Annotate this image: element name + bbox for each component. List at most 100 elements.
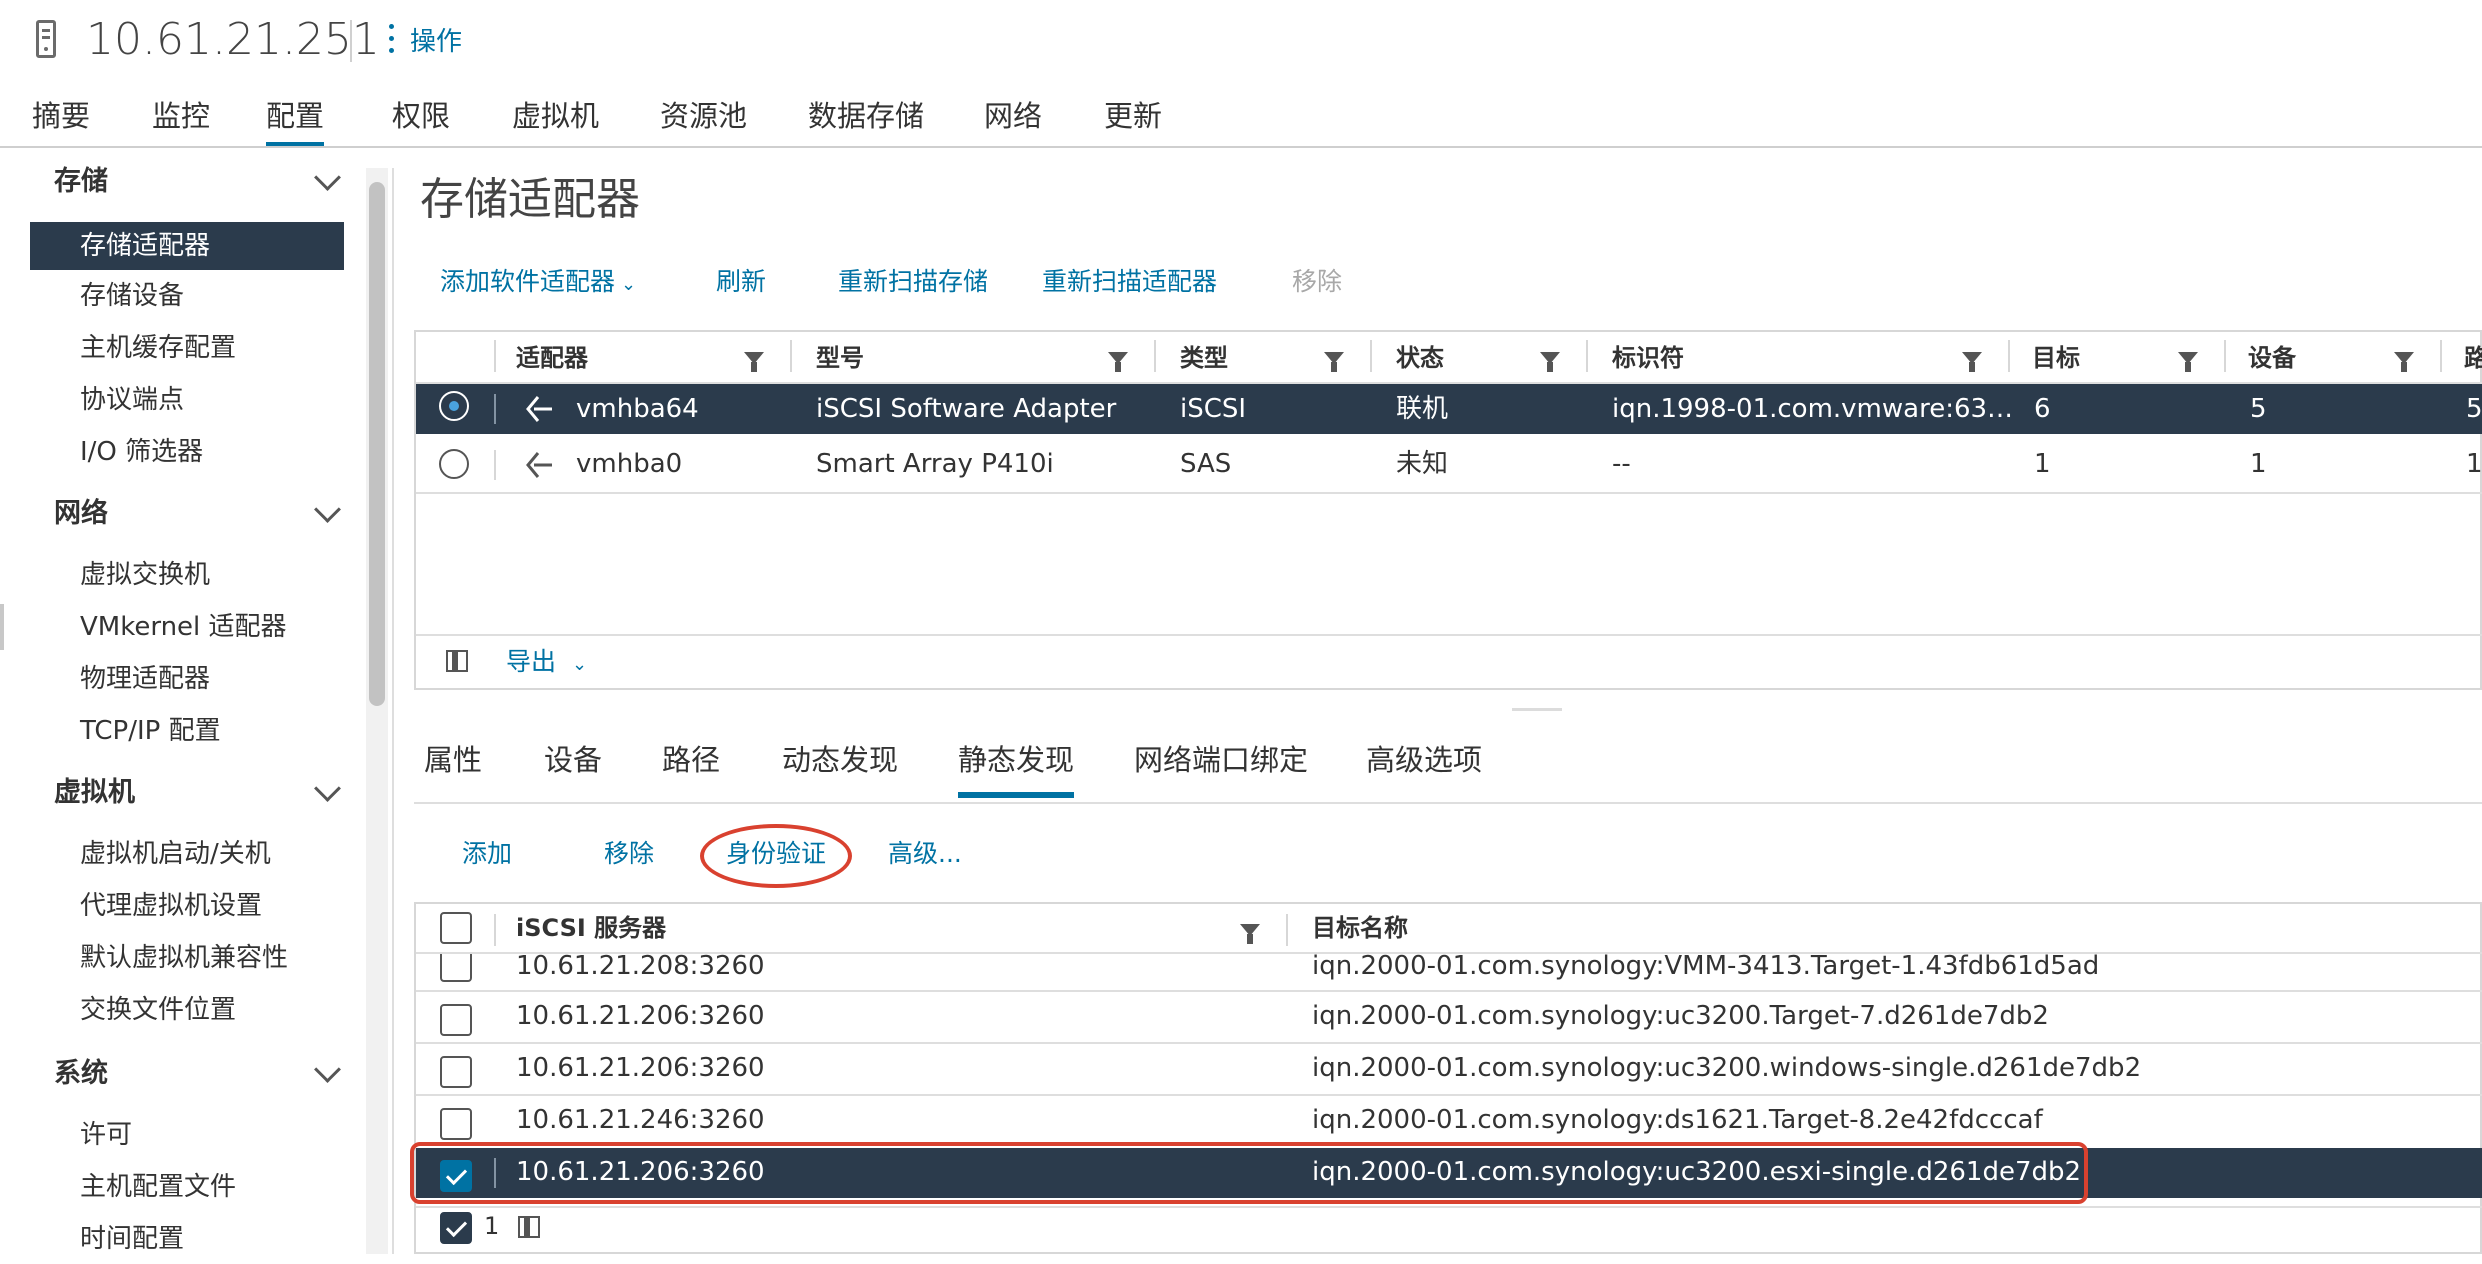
sidebar-item-host-profile[interactable]: 主机配置文件 (80, 1167, 236, 1207)
column-separator (2440, 340, 2442, 372)
sidebar-item-vm-startup[interactable]: 虚拟机启动/关机 (80, 834, 271, 874)
column-header-devices[interactable]: 设备 (2248, 338, 2296, 378)
table-row[interactable]: vmhba64 iSCSI Software Adapter iSCSI 联机 … (416, 384, 2482, 434)
column-toggle-icon[interactable] (518, 1216, 540, 1238)
export-button[interactable]: 导出 ⌄ (506, 642, 587, 685)
table-row[interactable]: 10.61.21.208:3260 iqn.2000-01.com.synolo… (416, 954, 2482, 990)
sidebar-item-time-config[interactable]: 时间配置 (80, 1219, 184, 1259)
column-separator (790, 340, 792, 372)
iscsi-server: 10.61.21.246:3260 (516, 1105, 765, 1135)
table-row[interactable]: vmhba0 Smart Array P410i SAS 未知 -- 1 1 1 (416, 436, 2482, 492)
splitter-handle[interactable] (1512, 708, 1562, 711)
refresh-button[interactable]: 刷新 (716, 262, 766, 302)
column-separator (2224, 340, 2226, 372)
tab-datastores[interactable]: 数据存储 (808, 96, 924, 148)
sidebar-item-protocol-endpoints[interactable]: 协议端点 (80, 380, 184, 420)
adapter-status: 未知 (1396, 449, 1449, 479)
sidebar-item-tcpip-config[interactable]: TCP/IP 配置 (80, 711, 221, 751)
export-label: 导出 (506, 647, 557, 676)
table-row[interactable]: 10.61.21.246:3260 iqn.2000-01.com.synolo… (416, 1096, 2482, 1146)
iscsi-server: 10.61.21.208:3260 (516, 954, 765, 981)
tab-properties[interactable]: 属性 (424, 740, 482, 798)
sidebar-item-storage-adapters[interactable]: 存储适配器 (30, 222, 344, 270)
filter-icon[interactable] (2178, 352, 2198, 372)
sidebar-item-agent-vm[interactable]: 代理虚拟机设置 (80, 886, 262, 926)
sidebar-item-vmkernel-adapters[interactable]: VMkernel 适配器 (80, 607, 287, 647)
remove-static-target-button[interactable]: 移除 (604, 834, 654, 874)
row-checkbox[interactable] (440, 954, 472, 982)
adapter-paths: 1 (2466, 449, 2482, 479)
select-all-checkbox[interactable] (440, 912, 472, 944)
target-name: iqn.2000-01.com.synology:uc3200.windows-… (1312, 1053, 2142, 1083)
tab-summary[interactable]: 摘要 (32, 96, 90, 148)
column-header-status[interactable]: 状态 (1396, 338, 1444, 378)
sidebar-item-vm-compat[interactable]: 默认虚拟机兼容性 (80, 938, 288, 978)
rescan-adapter-button[interactable]: 重新扫描适配器 (1042, 262, 1217, 302)
filter-icon[interactable] (1108, 352, 1128, 372)
row-checkbox[interactable] (440, 1108, 472, 1140)
tab-vms[interactable]: 虚拟机 (512, 96, 599, 148)
column-header-target-name[interactable]: 目标名称 (1312, 908, 1408, 948)
target-name: iqn.2000-01.com.synology:ds1621.Target-8… (1312, 1105, 2043, 1135)
filter-icon[interactable] (1324, 352, 1344, 372)
chevron-down-icon[interactable] (314, 1056, 341, 1083)
sidebar-item-io-filters[interactable]: I/O 筛选器 (80, 432, 203, 472)
tab-network-port-binding[interactable]: 网络端口绑定 (1134, 740, 1308, 798)
adapter-name: vmhba0 (576, 449, 683, 479)
sidebar-section-vms[interactable]: 虚拟机 (54, 773, 135, 813)
tab-dynamic-discovery[interactable]: 动态发现 (782, 740, 898, 798)
tab-configure[interactable]: 配置 (266, 96, 325, 148)
sidebar-item-storage-devices[interactable]: 存储设备 (80, 276, 184, 316)
column-header-paths[interactable]: 路 (2464, 338, 2482, 378)
sidebar-section-network[interactable]: 网络 (54, 494, 108, 534)
sidebar-item-physical-adapters[interactable]: 物理适配器 (80, 659, 210, 699)
add-software-adapter-button[interactable]: 添加软件适配器 ⌄ (440, 262, 636, 305)
filter-icon[interactable] (1540, 352, 1560, 372)
remove-adapter-button[interactable]: 移除 (1292, 262, 1342, 302)
sidebar-item-swap-location[interactable]: 交换文件位置 (80, 990, 236, 1030)
row-radio[interactable] (439, 449, 469, 479)
row-checkbox[interactable] (440, 1004, 472, 1036)
filter-icon[interactable] (2394, 352, 2414, 372)
tab-resource-pools[interactable]: 资源池 (660, 96, 747, 148)
tab-devices[interactable]: 设备 (544, 740, 602, 798)
sidebar-section-storage[interactable]: 存储 (54, 162, 108, 202)
table-row[interactable]: 10.61.21.206:3260 iqn.2000-01.com.synolo… (416, 992, 2482, 1042)
advanced-button[interactable]: 高级... (888, 834, 962, 874)
tab-monitor[interactable]: 监控 (152, 96, 210, 148)
rescan-storage-button[interactable]: 重新扫描存储 (838, 262, 988, 302)
host-icon (36, 20, 56, 58)
sidebar-item-virtual-switches[interactable]: 虚拟交换机 (80, 555, 210, 595)
filter-icon[interactable] (744, 352, 764, 372)
column-header-identifier[interactable]: 标识符 (1612, 338, 1684, 378)
filter-icon[interactable] (1962, 352, 1982, 372)
row-checkbox[interactable] (440, 1056, 472, 1088)
column-header-type[interactable]: 类型 (1180, 338, 1228, 378)
column-toggle-icon[interactable] (446, 650, 468, 672)
tab-advanced-options[interactable]: 高级选项 (1366, 740, 1482, 798)
sidebar-scrollbar-thumb[interactable] (369, 182, 385, 706)
filter-icon[interactable] (1240, 924, 1260, 944)
sidebar-item-host-cache[interactable]: 主机缓存配置 (80, 328, 236, 368)
chevron-down-icon[interactable] (314, 164, 341, 191)
chevron-down-icon[interactable] (314, 496, 341, 523)
column-header-iscsi-server[interactable]: iSCSI 服务器 (516, 908, 666, 948)
sidebar-item-licensing[interactable]: 许可 (80, 1115, 132, 1155)
add-static-target-button[interactable]: 添加 (462, 834, 512, 874)
actions-menu[interactable]: 操作 (410, 22, 462, 62)
tab-permissions[interactable]: 权限 (392, 96, 450, 148)
chevron-down-icon[interactable] (314, 775, 341, 802)
more-vertical-icon[interactable] (388, 24, 396, 60)
row-radio[interactable] (439, 391, 469, 421)
sidebar-section-system[interactable]: 系统 (54, 1054, 108, 1094)
tab-paths[interactable]: 路径 (662, 740, 720, 798)
table-row[interactable]: 10.61.21.206:3260 iqn.2000-01.com.synolo… (416, 1044, 2482, 1094)
column-header-adapter[interactable]: 适配器 (516, 338, 588, 378)
column-separator (2008, 340, 2010, 372)
adapter-identifier: iqn.1998-01.com.vmware:63… (1612, 394, 2014, 424)
tab-updates[interactable]: 更新 (1104, 96, 1162, 148)
column-header-targets[interactable]: 目标 (2032, 338, 2080, 378)
tab-networks[interactable]: 网络 (984, 96, 1042, 148)
column-header-model[interactable]: 型号 (816, 338, 864, 378)
tab-static-discovery[interactable]: 静态发现 (958, 740, 1075, 798)
